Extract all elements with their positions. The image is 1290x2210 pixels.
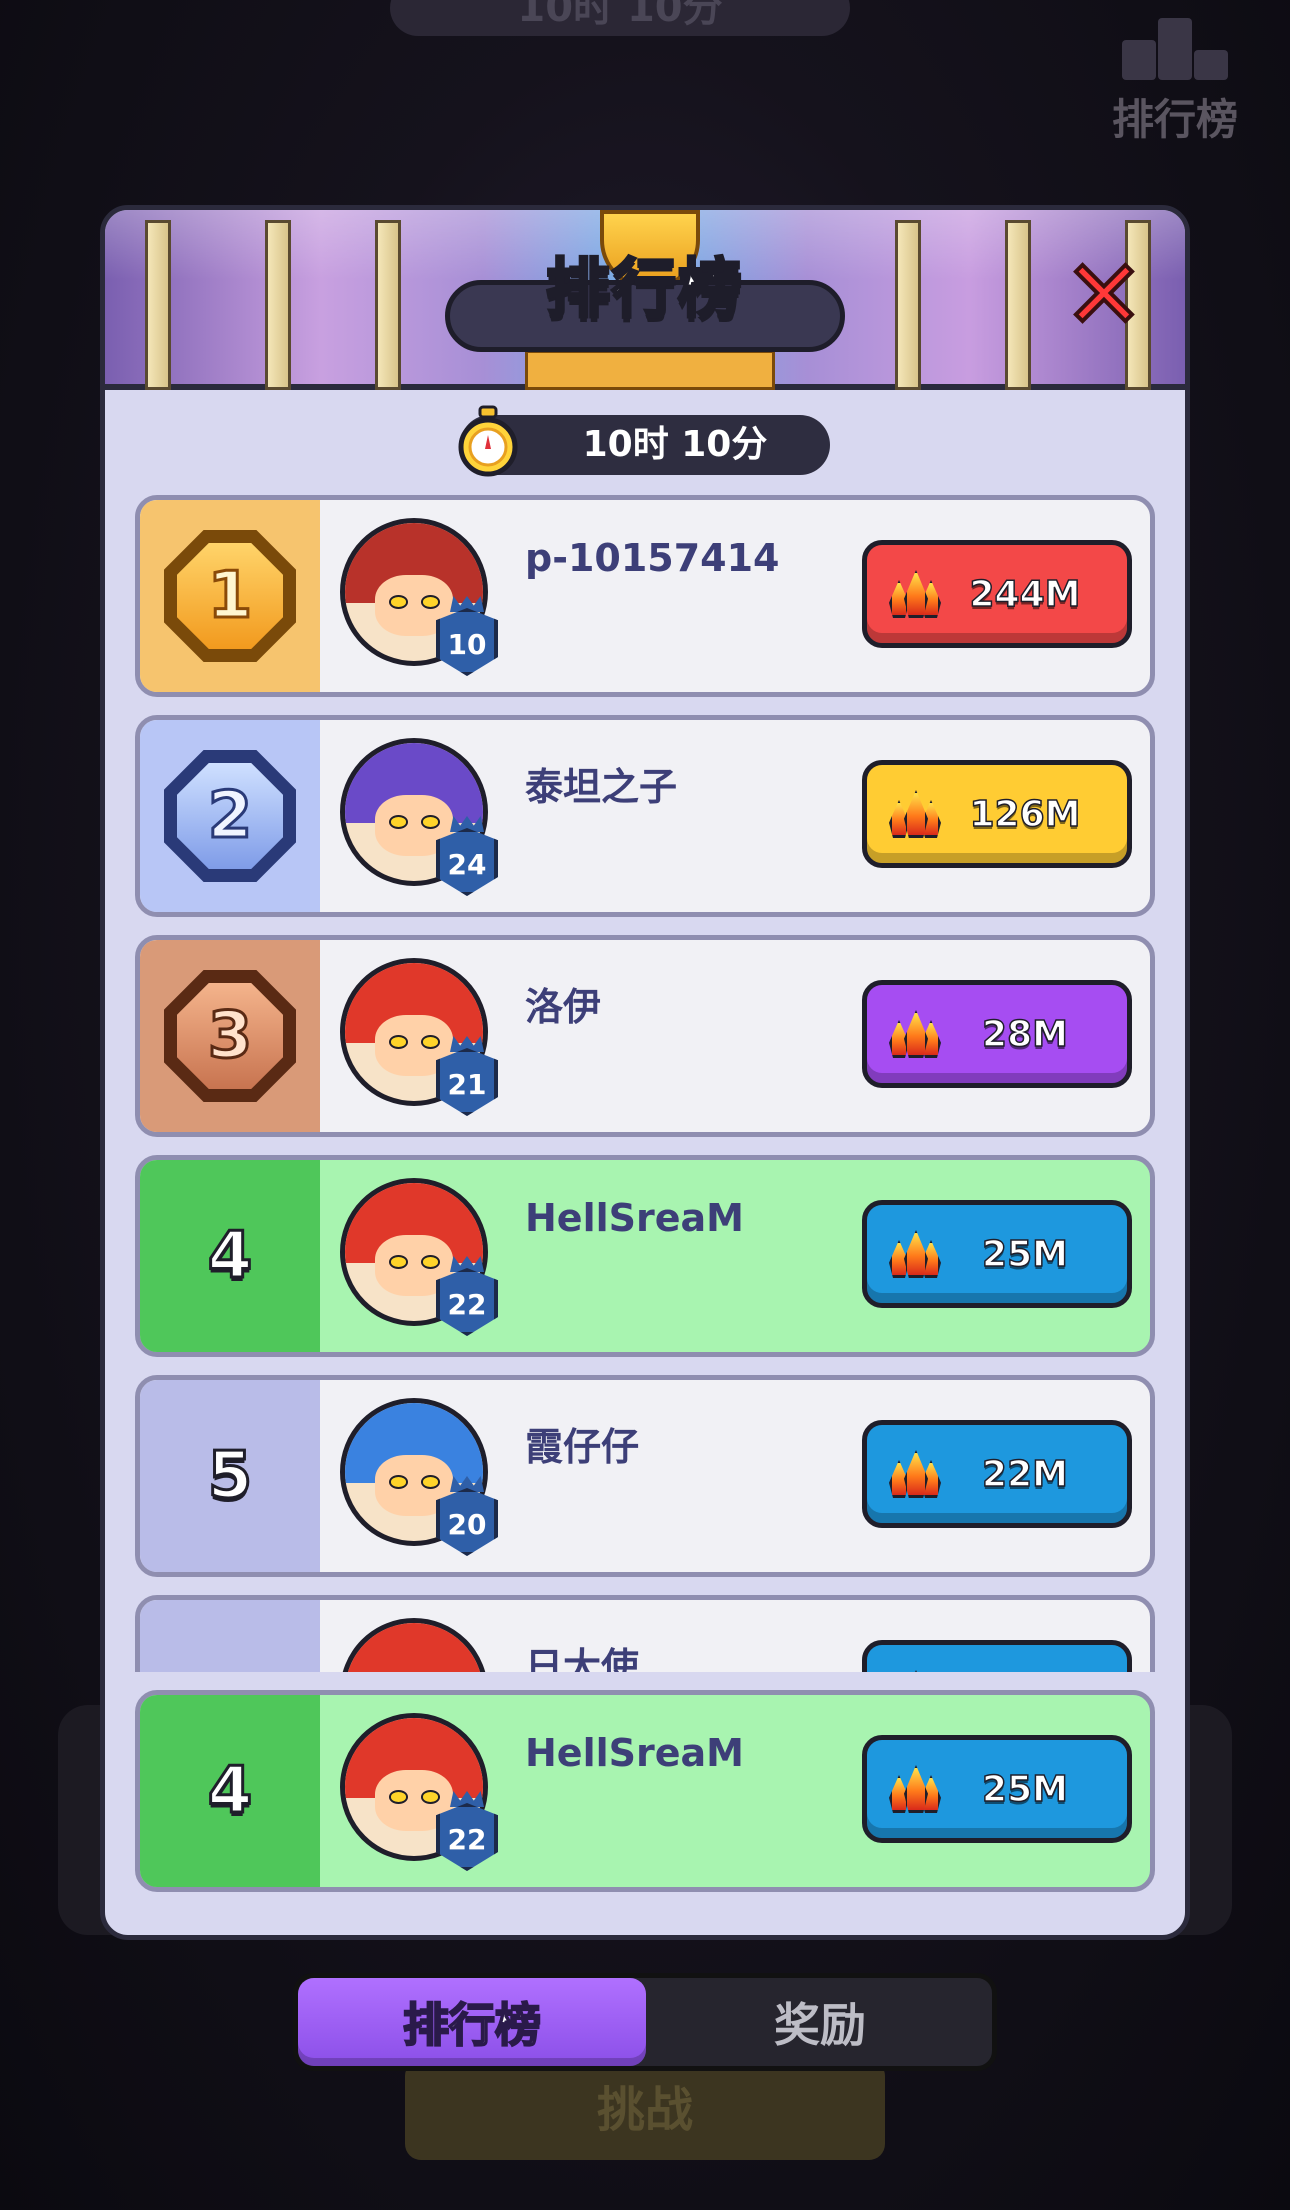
timer-text: 10时 10分 (582, 424, 768, 465)
pillar-decoration (1005, 220, 1031, 390)
score-badge: 126M (862, 760, 1132, 868)
leaderboard-row[interactable]: 日大使 (135, 1595, 1155, 1672)
leaderboard-row[interactable]: 4 22 HellSreaM 25M (135, 1155, 1155, 1357)
list-divider (135, 1672, 1155, 1686)
background-challenge-button: 挑战 (405, 2060, 885, 2160)
player-avatar[interactable]: 22 (340, 1178, 498, 1336)
rank-cell: 2 (140, 720, 320, 912)
level-badge: 10 (436, 608, 498, 676)
score-value: 22M (981, 1453, 1068, 1496)
score-value: 244M (969, 573, 1081, 616)
pillar-decoration (375, 220, 401, 390)
rank-cell: 4 (140, 1160, 320, 1352)
score-badge: 25M (862, 1200, 1132, 1308)
player-avatar[interactable]: 24 (340, 738, 498, 896)
pillar-decoration (145, 220, 171, 390)
player-name: 泰坦之子 (525, 765, 678, 809)
level-badge: 22 (436, 1268, 498, 1336)
leaderboard-list[interactable]: 1 10 p-10157414 244M 2 24 泰坦之子 126M 3 21 洛伊 28M 4 22 H… (135, 495, 1155, 1672)
pillar-decoration (895, 220, 921, 390)
flame-icon (889, 790, 943, 838)
score-value: 28M (981, 1013, 1068, 1056)
bottom-tab-bar: 排行榜 奖励 (293, 1973, 997, 2071)
player-avatar[interactable] (340, 1618, 492, 1672)
leaderboard-modal: 排行榜 ✕ 10时 10分 1 10 p-10157414 244M 2 24 泰坦之子 12… (100, 205, 1190, 1940)
player-name: HellSreaM (525, 1731, 744, 1775)
arena-banner: 排行榜 ✕ (105, 210, 1185, 390)
level-badge: 21 (436, 1048, 498, 1116)
level-badge: 24 (436, 828, 498, 896)
gold-medal-icon: 1 (164, 530, 296, 662)
silver-medal-icon: 2 (164, 750, 296, 882)
pillar-decoration (265, 220, 291, 390)
score-badge (862, 1640, 1132, 1672)
rank-cell (140, 1600, 320, 1672)
rank-cell: 4 (140, 1695, 320, 1887)
player-name: 霞仔仔 (525, 1425, 640, 1469)
self-rank-row[interactable]: 4 22 HellSreaM 25M (135, 1690, 1155, 1892)
tab-leaderboard[interactable]: 排行榜 (298, 1978, 646, 2066)
flame-icon (889, 1450, 943, 1498)
close-icon[interactable]: ✕ (1061, 245, 1147, 345)
level-badge: 22 (436, 1803, 498, 1871)
score-badge: 25M (862, 1735, 1132, 1843)
modal-title: 排行榜 (545, 252, 744, 329)
score-badge: 22M (862, 1420, 1132, 1528)
player-avatar[interactable]: 20 (340, 1398, 498, 1556)
player-name: p-10157414 (525, 536, 780, 580)
background-leaderboard-label: 排行榜 (1111, 95, 1238, 144)
rank-cell: 1 (140, 500, 320, 692)
score-badge: 28M (862, 980, 1132, 1088)
podium-icon (1120, 10, 1230, 80)
player-name: 洛伊 (525, 985, 602, 1029)
background-timer: 10时 10分 (390, 0, 850, 36)
leaderboard-row[interactable]: 3 21 洛伊 28M (135, 935, 1155, 1137)
rank-number: 5 (206, 1438, 254, 1515)
score-value: 126M (969, 793, 1081, 836)
level-badge: 20 (436, 1488, 498, 1556)
tab-rewards[interactable]: 奖励 (646, 1978, 994, 2066)
stage-decoration (525, 350, 775, 390)
rank-number: 1 (177, 543, 283, 649)
rank-number: 4 (206, 1218, 254, 1295)
bronze-medal-icon: 3 (164, 970, 296, 1102)
flame-icon (889, 570, 943, 618)
score-badge: 244M (862, 540, 1132, 648)
player-name: HellSreaM (525, 1196, 744, 1240)
rank-number: 3 (177, 983, 283, 1089)
leaderboard-row[interactable]: 2 24 泰坦之子 126M (135, 715, 1155, 917)
player-avatar[interactable]: 22 (340, 1713, 498, 1871)
player-name: 日大使 (525, 1645, 640, 1672)
rank-number: 2 (177, 763, 283, 869)
leaderboard-row[interactable]: 5 20 霞仔仔 22M (135, 1375, 1155, 1577)
background-leaderboard-button: 排行榜 (1100, 10, 1250, 144)
rank-cell: 5 (140, 1380, 320, 1572)
rank-cell: 3 (140, 940, 320, 1132)
flame-icon (889, 1765, 943, 1813)
score-value: 25M (981, 1233, 1068, 1276)
flame-icon (889, 1230, 943, 1278)
score-value: 25M (981, 1768, 1068, 1811)
flame-icon (889, 1010, 943, 1058)
stopwatch-icon (458, 405, 518, 477)
leaderboard-row[interactable]: 1 10 p-10157414 244M (135, 495, 1155, 697)
player-avatar[interactable]: 21 (340, 958, 498, 1116)
red-hair-hero-avatar-icon (340, 1618, 488, 1672)
player-avatar[interactable]: 10 (340, 518, 498, 676)
rank-number: 4 (206, 1753, 254, 1830)
